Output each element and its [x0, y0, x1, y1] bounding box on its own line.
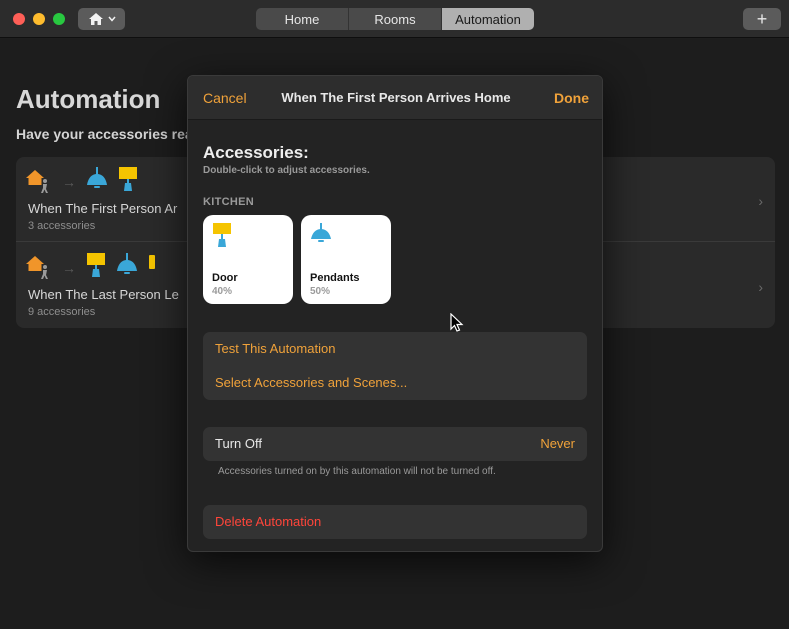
title-bar: Home Rooms Automation +	[0, 0, 789, 38]
delete-automation-button[interactable]: Delete Automation	[215, 514, 321, 529]
accessory-tile-pendants[interactable]: Pendants 50%	[301, 215, 391, 304]
accessory-name: Door	[212, 272, 238, 284]
automation-name: When The First Person Ar	[28, 201, 178, 216]
done-button[interactable]: Done	[554, 90, 589, 106]
turn-off-label: Turn Off	[215, 436, 262, 451]
tab-home[interactable]: Home	[256, 8, 349, 30]
wall-lamp-icon	[212, 223, 232, 254]
chevron-right-icon: ›	[758, 193, 763, 209]
house-icon	[88, 12, 104, 26]
sheet-header: Cancel When The First Person Arrives Hom…	[188, 76, 602, 120]
test-automation-button[interactable]: Test This Automation	[215, 341, 335, 356]
chevron-down-icon	[107, 16, 116, 22]
tab-automation[interactable]: Automation	[442, 8, 534, 30]
automation-count: 9 accessories	[28, 306, 96, 318]
pendant-lamp-icon	[310, 223, 332, 252]
tab-rooms[interactable]: Rooms	[349, 8, 442, 30]
accessory-state: 50%	[310, 286, 331, 297]
add-button[interactable]: +	[743, 8, 781, 30]
minimize-window-button[interactable]	[33, 13, 45, 25]
accessories-hint: Double-click to adjust accessories.	[203, 165, 370, 176]
automation-icons: →	[26, 252, 156, 284]
turn-off-row[interactable]: Turn Off Never	[203, 427, 587, 461]
page-title: Automation	[16, 84, 161, 114]
automation-name: When The Last Person Le	[28, 287, 179, 302]
mouse-pointer-icon	[450, 312, 464, 338]
sheet-title: When The First Person Arrives Home	[281, 90, 511, 105]
page-subtitle: Have your accessories reac	[16, 126, 201, 142]
select-accessories-button[interactable]: Select Accessories and Scenes...	[215, 375, 407, 390]
wall-lamp-icon	[118, 166, 138, 198]
automation-icons: →	[26, 166, 138, 198]
accessory-name: Pendants	[310, 272, 360, 284]
person-leaves-home-icon	[26, 253, 52, 284]
room-label: KITCHEN	[203, 196, 254, 208]
arrow-right-icon: →	[62, 174, 76, 190]
accessories-heading: Accessories:	[203, 143, 309, 162]
pendant-lamp-icon	[86, 166, 108, 198]
home-app-window: Home Rooms Automation + Automation Have …	[0, 0, 789, 629]
pendant-lamp-icon	[116, 252, 138, 284]
accessory-tile-door[interactable]: Door 40%	[203, 215, 293, 304]
zoom-window-button[interactable]	[53, 13, 65, 25]
accessory-state: 40%	[212, 286, 233, 297]
wall-lamp-icon	[86, 252, 106, 284]
person-arrives-home-icon	[26, 167, 52, 198]
automation-actions-group: Test This Automation Select Accessories …	[203, 332, 587, 400]
delete-automation-row[interactable]: Delete Automation	[203, 505, 587, 539]
automation-count: 3 accessories	[28, 220, 96, 232]
automation-detail-sheet: Cancel When The First Person Arrives Hom…	[187, 75, 603, 552]
home-switcher-button[interactable]	[78, 8, 125, 30]
turn-off-value[interactable]: Never	[540, 436, 575, 451]
view-tabs: Home Rooms Automation	[256, 8, 534, 30]
chevron-right-icon: ›	[758, 279, 763, 295]
light-strip-icon	[148, 253, 156, 284]
arrow-right-icon: →	[62, 260, 76, 276]
close-window-button[interactable]	[13, 13, 25, 25]
turn-off-note: Accessories turned on by this automation…	[218, 466, 496, 477]
